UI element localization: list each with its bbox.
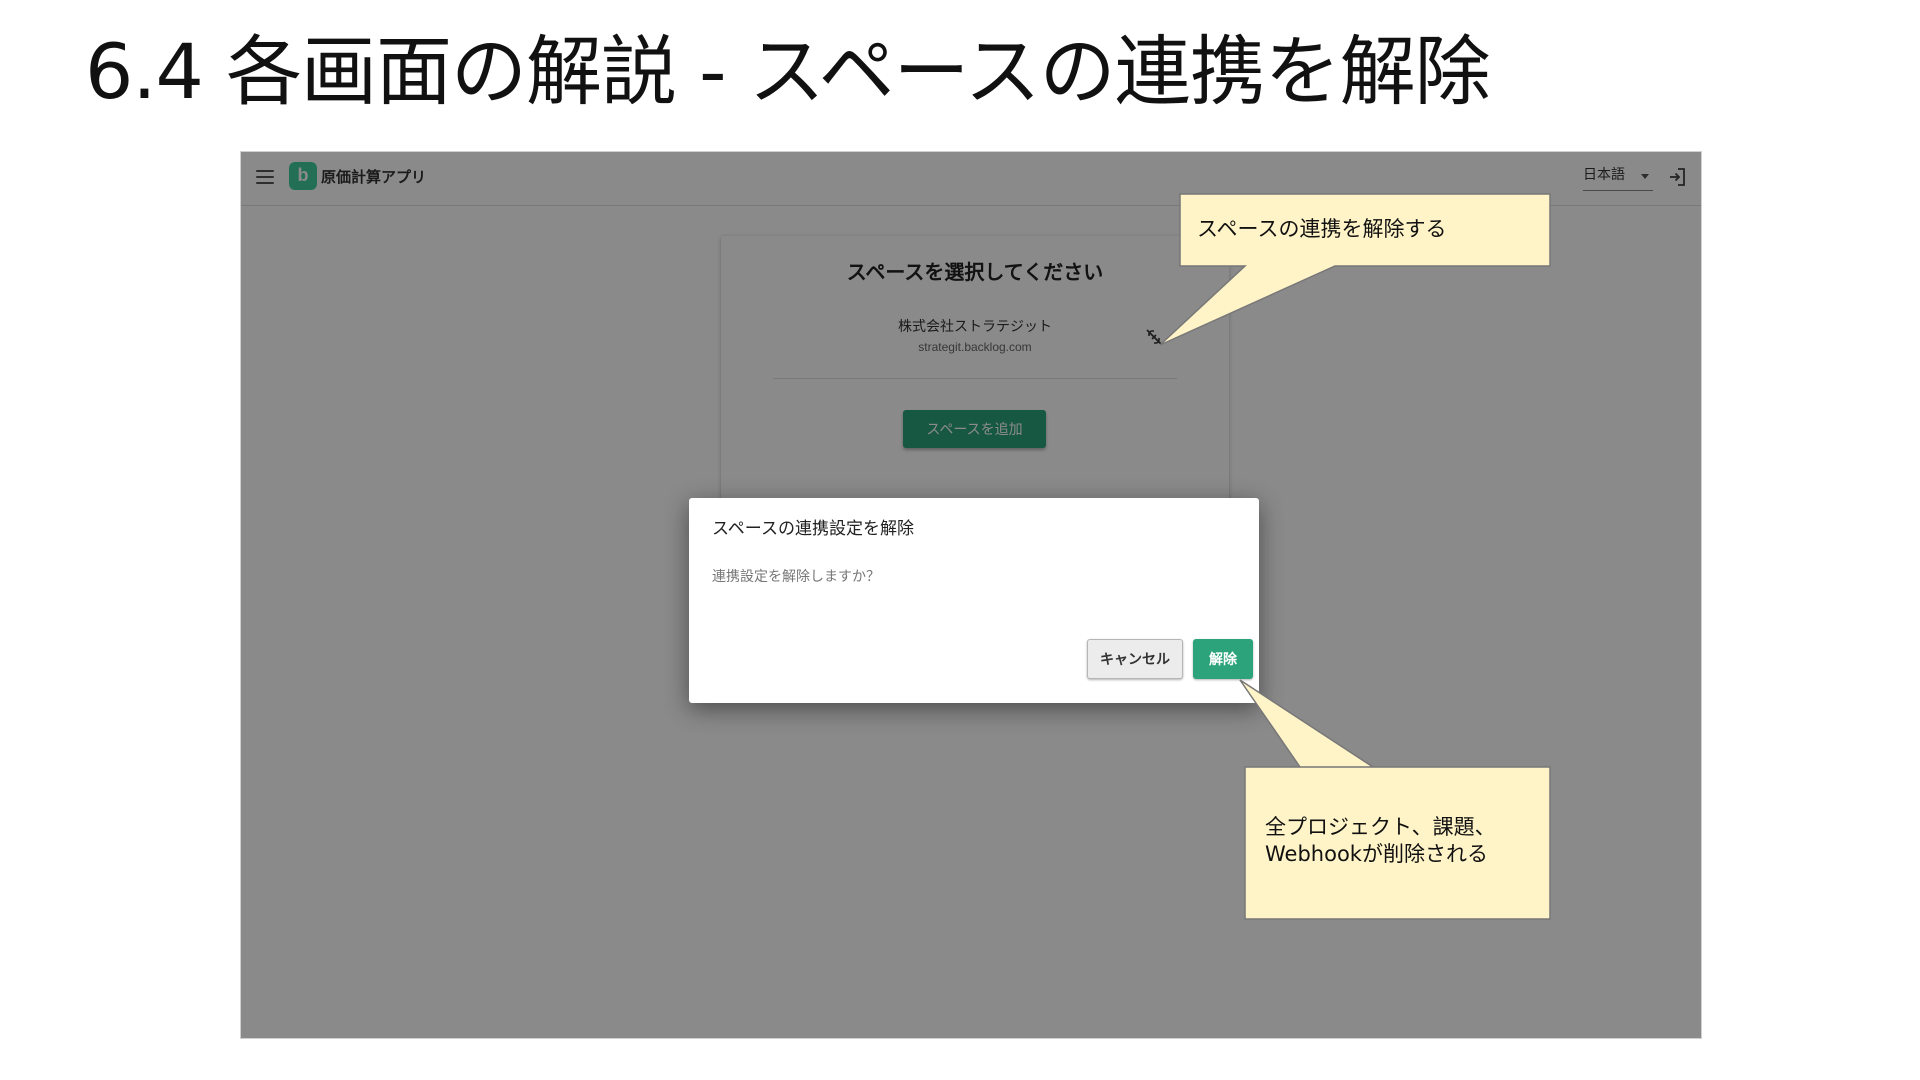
callout-result-line-2: Webhookが削除される (1265, 842, 1488, 867)
callout-unlink-note: スペースの連携を解除する (1197, 217, 1447, 241)
unlink-confirm-dialog: スペースの連携設定を解除 連携設定を解除しますか？ キャンセル 解除 (689, 498, 1259, 703)
app-screenshot: b 原価計算アプリ 日本語 スペースを選択してください 株式会社ストラテジット … (240, 151, 1702, 1039)
dialog-title: スペースの連携設定を解除 (712, 519, 914, 539)
slide-title: 6.4 各画面の解説 - スペースの連携を解除 (85, 27, 1491, 116)
dialog-message: 連携設定を解除しますか？ (712, 569, 880, 585)
callout-result-line-1: 全プロジェクト、課題、 (1265, 815, 1496, 839)
cancel-button[interactable]: キャンセル (1087, 639, 1183, 679)
unlink-button[interactable]: 解除 (1193, 639, 1253, 679)
callout-result-note: 全プロジェクト、課題、 Webhookが削除される (1265, 814, 1545, 869)
